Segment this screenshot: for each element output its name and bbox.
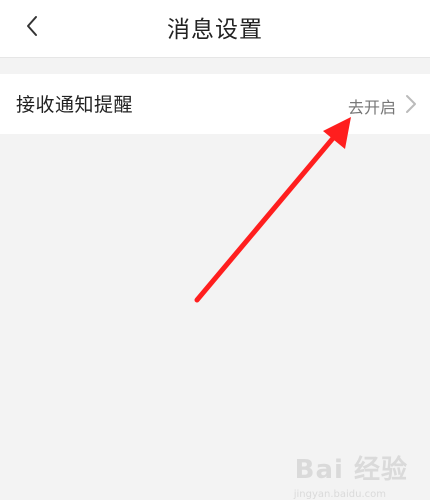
settings-row-notification[interactable]: 接收通知提醒 去开启 — [0, 74, 430, 134]
row-value: 去开启 — [347, 98, 396, 117]
watermark-url: jingyan.baidu.com — [293, 489, 386, 500]
watermark-logo: Bai 经验 — [294, 455, 408, 485]
chevron-right-icon — [406, 95, 416, 113]
app-header: 消息设置 — [0, 0, 430, 58]
page-title: 消息设置 — [167, 17, 263, 43]
row-label: 接收通知提醒 — [16, 94, 134, 116]
